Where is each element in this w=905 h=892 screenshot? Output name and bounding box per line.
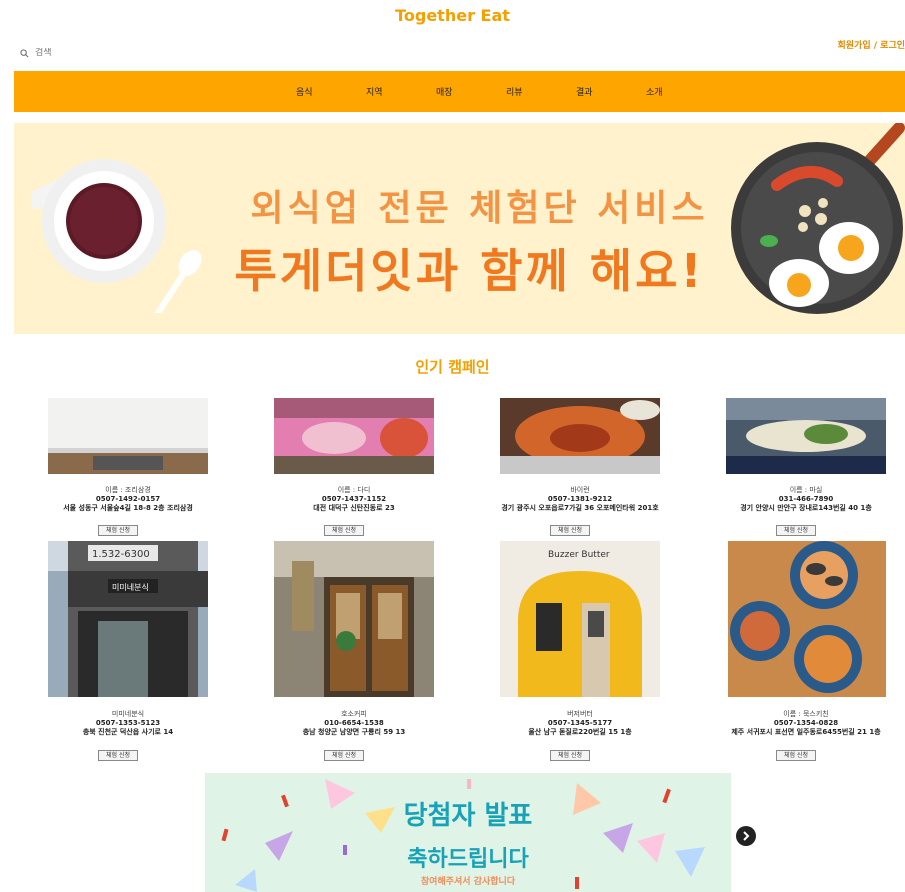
nav-item-review[interactable]: 리뷰 [506, 85, 576, 98]
nav-item-food[interactable]: 음식 [296, 85, 366, 98]
store-name: 바이런 [570, 486, 590, 494]
banner-subtitle: 축하드립니다 [407, 847, 529, 872]
store-address: 경기 광주시 오포읍로7가길 36 오포메인타워 201호 [501, 504, 659, 512]
search-bar[interactable] [20, 48, 155, 58]
store-name: 이름 : 조리삼경 [105, 486, 151, 494]
store-address: 울산 남구 돋질로220번길 15 1층 [528, 728, 632, 736]
store-phone: 010-6654-1538 [324, 719, 384, 727]
snack-phone-sign: 1.532-6300 [92, 549, 150, 560]
store-address: 충북 진천군 덕산읍 사기로 14 [82, 728, 174, 736]
store-photo[interactable] [490, 398, 670, 474]
search-icon [20, 48, 29, 57]
store-photo[interactable]: 1.532-6300 미미네분식 [38, 541, 218, 697]
winner-announcement-banner[interactable]: 당첨자 발표 축하드립니다 참여해주셔서 감사합니다 [205, 773, 731, 892]
store-phone: 0507-1345-5177 [547, 719, 613, 727]
store-phone: 0507-1353-5123 [95, 719, 161, 727]
banner-title: 당첨자 발표 [403, 801, 533, 831]
store-address: 대전 대덕구 신탄진동로 23 [313, 504, 395, 512]
store-photo[interactable] [716, 398, 896, 474]
chevron-right-icon [743, 831, 750, 841]
store-phone: 0507-1437-1152 [321, 495, 387, 503]
store-phone: 031-466-7890 [778, 495, 834, 503]
apply-button[interactable]: 체험 신청 [550, 750, 590, 761]
store-address: 충남 청양군 남양면 구룡리 59 13 [302, 728, 406, 736]
cafe-sign: Buzzer Butter [548, 550, 610, 560]
section-title-popular: 인기 캠페인 [415, 358, 490, 376]
store-photo[interactable] [264, 541, 444, 697]
apply-button[interactable]: 체험 신청 [324, 525, 364, 536]
main-nav: 음식 지역 매장 리뷰 결과 소개 [14, 71, 905, 112]
store-address: 서울 성동구 서울숲4길 18-8 2층 조리삼경 [63, 504, 193, 512]
banner-note: 참여해주셔서 감사합니다 [420, 877, 516, 887]
store-photo[interactable] [38, 398, 218, 474]
site-title[interactable]: Together Eat [0, 6, 905, 25]
apply-button[interactable]: 체험 신청 [98, 750, 138, 761]
store-photo[interactable] [716, 541, 896, 697]
store-address: 제주 서귀포시 표선면 일주동로6455번길 21 1층 [731, 728, 881, 736]
store-name: 이름 : 다디 [337, 486, 371, 494]
hero-banner: 외식업 전문 체험단 서비스 투게더잇과 함께 해요! [14, 123, 905, 334]
store-name: 미미네분식 [111, 710, 145, 718]
search-input[interactable] [35, 48, 155, 58]
apply-button[interactable]: 체험 신청 [98, 525, 138, 536]
snack-store-sign: 미미네분식 [112, 583, 149, 592]
nav-item-about[interactable]: 소개 [646, 85, 716, 98]
store-name: 이름 : 묵스키친 [783, 710, 829, 718]
store-phone: 0507-1492-0157 [95, 495, 161, 503]
store-photo[interactable]: Buzzer Butter [490, 541, 670, 697]
apply-button[interactable]: 체험 신청 [776, 525, 816, 536]
nav-item-store[interactable]: 매장 [436, 85, 506, 98]
carousel-next-button[interactable] [736, 826, 756, 846]
store-photo[interactable] [264, 398, 444, 474]
auth-links[interactable]: 회원가입 / 로그인 [837, 38, 905, 51]
store-name: 이름 : 마실 [789, 486, 823, 494]
apply-button[interactable]: 체험 신청 [776, 750, 816, 761]
store-name: 호소커피 [341, 710, 367, 718]
store-phone: 0507-1381-9212 [547, 495, 613, 503]
store-phone: 0507-1354-0828 [773, 719, 839, 727]
nav-item-region[interactable]: 지역 [366, 85, 436, 98]
frying-pan-illustration [731, 123, 905, 314]
nav-item-result[interactable]: 결과 [576, 85, 646, 98]
store-name: 버저버터 [567, 710, 593, 718]
apply-button[interactable]: 체험 신청 [550, 525, 590, 536]
store-address: 경기 안양시 만안구 장내로143번길 40 1층 [740, 504, 872, 512]
apply-button[interactable]: 체험 신청 [324, 750, 364, 761]
